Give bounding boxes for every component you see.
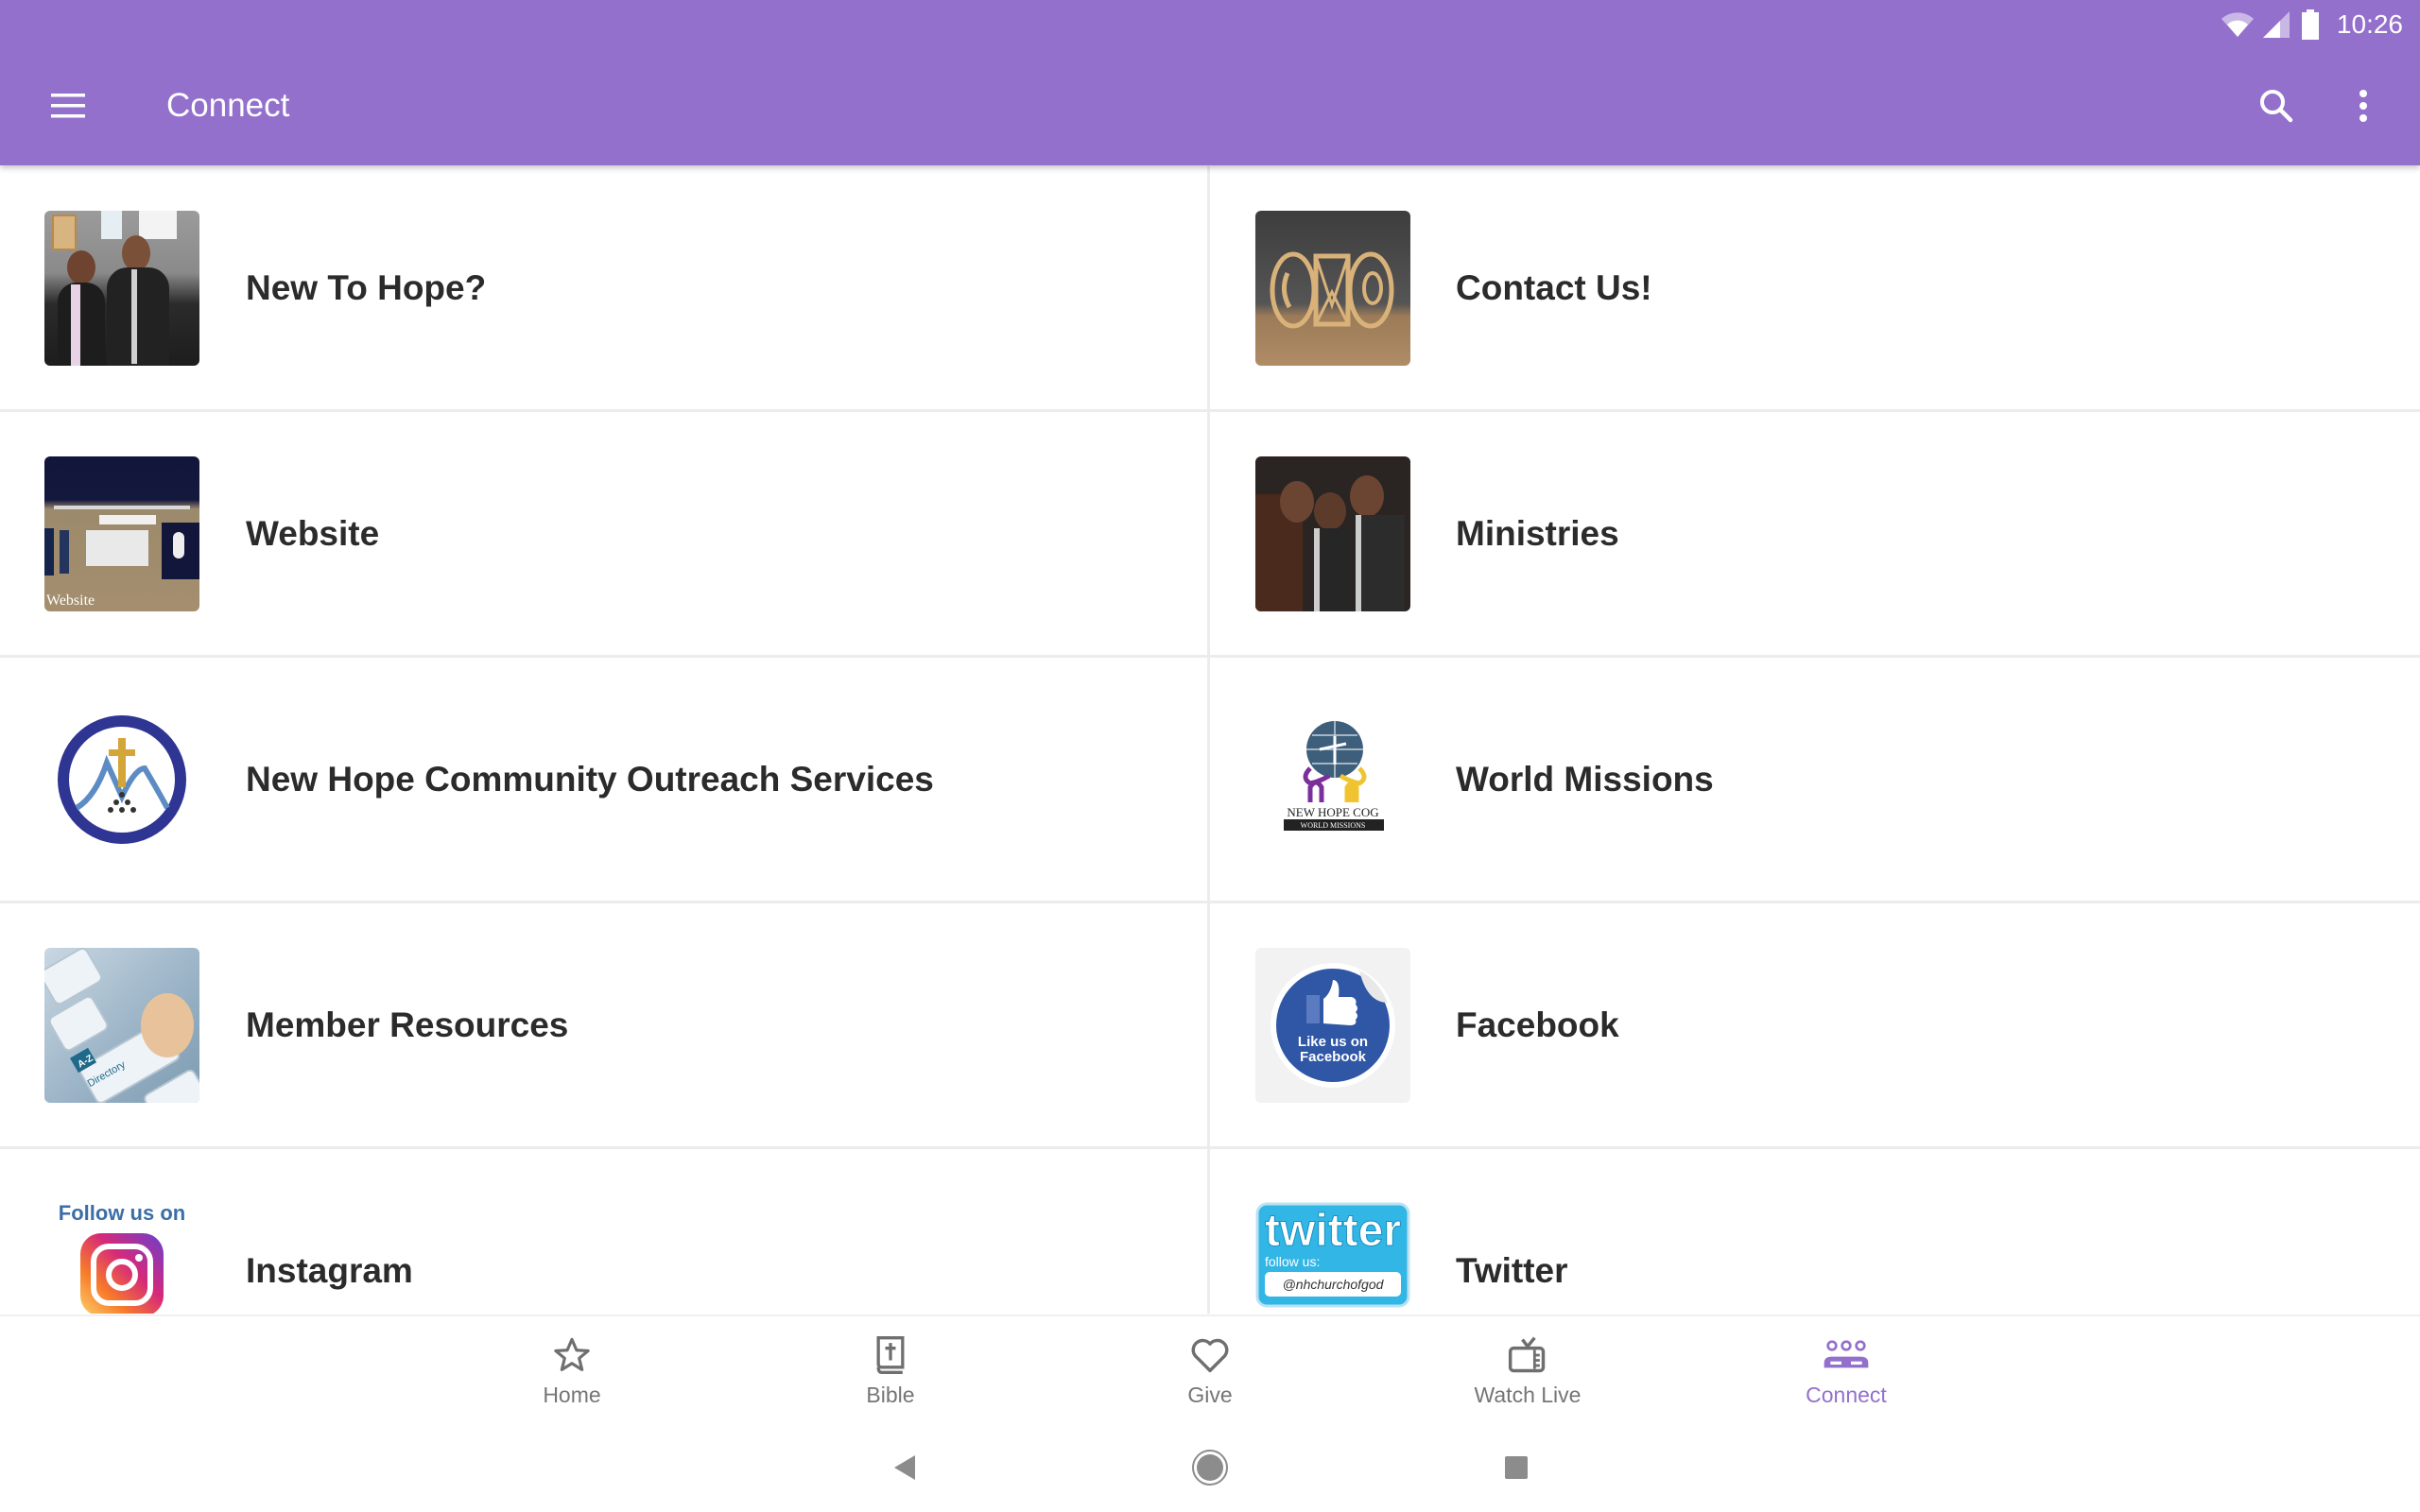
grid-row: New To Hope? Contact Us! [0, 166, 2420, 412]
website-thumbnail: Website [44, 456, 199, 611]
world-missions-logo: NEW HOPE COG WORLD MISSIONS [1255, 702, 1410, 857]
list-item-twitter[interactable]: twitter follow us: @nhchurchofgod Twitte… [1211, 1149, 2420, 1314]
ministries-thumbnail [1255, 456, 1410, 611]
search-button[interactable] [2242, 72, 2310, 140]
nav-label: Give [1187, 1383, 1233, 1407]
bible-icon [876, 1336, 905, 1374]
wifi-icon [2221, 12, 2254, 37]
pastors-thumbnail [44, 211, 199, 366]
list-item-website[interactable]: Website Website [0, 412, 1210, 655]
back-triangle-icon [894, 1455, 915, 1480]
list-item-world-missions[interactable]: NEW HOPE COG WORLD MISSIONS World Missio… [1211, 658, 2420, 901]
logo-subtext: WORLD MISSIONS [1301, 821, 1366, 830]
list-item-instagram[interactable]: Follow us on Instagram [0, 1149, 1210, 1314]
item-label: New To Hope? [246, 267, 487, 307]
battery-icon [2301, 9, 2319, 40]
nav-watch-live[interactable]: Watch Live [1433, 1316, 1622, 1422]
facebook-thumbnail: Like us on Facebook [1255, 948, 1410, 1103]
grid-row: New Hope Community Outreach Services NEW… [0, 658, 2420, 903]
overflow-menu-button[interactable] [2329, 72, 2397, 140]
thumbnail-caption: Website [46, 593, 95, 609]
member-resources-thumbnail: A-Z Directory [44, 948, 199, 1103]
item-label: Member Resources [246, 1005, 569, 1044]
outreach-logo [44, 702, 199, 857]
search-icon [2260, 90, 2293, 123]
nav-label: Home [543, 1383, 601, 1407]
sticker-text-2: Facebook [1300, 1049, 1367, 1065]
item-label: Twitter [1456, 1250, 1568, 1290]
contact-symbols-icon [1270, 251, 1394, 329]
twitter-follow-text: follow us: [1265, 1254, 1320, 1269]
item-label: Website [246, 513, 380, 553]
keyboard-directory-icon: A-Z Directory [44, 948, 199, 1103]
app-bar: 10:26 Connect [0, 0, 2420, 165]
page-title: Connect [166, 87, 290, 124]
sticker-text-1: Like us on [1298, 1034, 1368, 1050]
nav-label: Connect [1806, 1383, 1887, 1407]
system-back-button[interactable] [876, 1441, 933, 1494]
twitter-handle: @nhchurchofgod [1283, 1277, 1385, 1292]
item-label: New Hope Community Outreach Services [246, 759, 934, 799]
cell-signal-icon [2262, 11, 2290, 38]
nav-bible[interactable]: Bible [796, 1316, 985, 1422]
item-label: Ministries [1456, 513, 1619, 553]
twitter-thumbnail: twitter follow us: @nhchurchofgod [1255, 1202, 1410, 1308]
connect-grid: New To Hope? Contact Us! Website Website… [0, 166, 2420, 1314]
contact-thumbnail [1255, 211, 1410, 366]
nav-label: Watch Live [1474, 1383, 1582, 1407]
list-item-ministries[interactable]: Ministries [1211, 412, 2420, 655]
nav-home[interactable]: Home [477, 1316, 666, 1422]
status-time: 10:26 [2336, 9, 2403, 39]
grid-row: Website Website Ministries [0, 412, 2420, 658]
nav-label: Bible [866, 1383, 915, 1407]
list-item-member-resources[interactable]: A-Z Directory Member Resources [0, 903, 1210, 1146]
item-label: Instagram [246, 1250, 413, 1290]
list-item-outreach-services[interactable]: New Hope Community Outreach Services [0, 658, 1210, 901]
list-item-new-to-hope[interactable]: New To Hope? [0, 166, 1210, 409]
system-recents-button[interactable] [1488, 1441, 1545, 1494]
globe-icon: NEW HOPE COG WORLD MISSIONS [1284, 721, 1384, 831]
menu-button[interactable] [34, 72, 102, 140]
list-item-facebook[interactable]: Like us on Facebook Facebook [1211, 903, 2420, 1146]
home-circle-icon [1192, 1450, 1228, 1486]
grid-row: Follow us on Instagram twitter follow us… [0, 1149, 2420, 1314]
item-label: Facebook [1456, 1005, 1619, 1044]
item-label: Contact Us! [1456, 267, 1652, 307]
system-home-button[interactable] [1182, 1441, 1238, 1494]
heart-icon [1191, 1338, 1229, 1373]
instagram-thumbnail: Follow us on [44, 1194, 199, 1314]
item-label: World Missions [1456, 759, 1714, 799]
facebook-like-icon: Like us on Facebook [1270, 963, 1395, 1088]
bottom-navigation: Home Bible Give Watch Live Connect [0, 1314, 2420, 1420]
logo-text: NEW HOPE COG [1287, 805, 1378, 819]
star-icon [554, 1337, 590, 1371]
hamburger-menu-icon [51, 94, 85, 118]
group-icon [1824, 1340, 1869, 1368]
recents-square-icon [1505, 1456, 1528, 1479]
more-vert-icon [2360, 90, 2367, 122]
nav-give[interactable]: Give [1115, 1316, 1305, 1422]
status-bar: 10:26 [2221, 6, 2403, 43]
list-item-contact-us[interactable]: Contact Us! [1211, 166, 2420, 409]
twitter-logo-icon: twitter follow us: @nhchurchofgod [1255, 1202, 1410, 1308]
outreach-logo-icon [58, 715, 186, 844]
thumbnail-caption: Follow us on [58, 1201, 186, 1225]
grid-row: A-Z Directory Member Resources Like us o… [0, 903, 2420, 1149]
system-navigation-bar [0, 1420, 2420, 1512]
instagram-icon [80, 1233, 164, 1314]
tv-icon [1508, 1336, 1546, 1373]
twitter-wordmark: twitter [1265, 1206, 1401, 1256]
nav-connect[interactable]: Connect [1752, 1316, 1941, 1422]
